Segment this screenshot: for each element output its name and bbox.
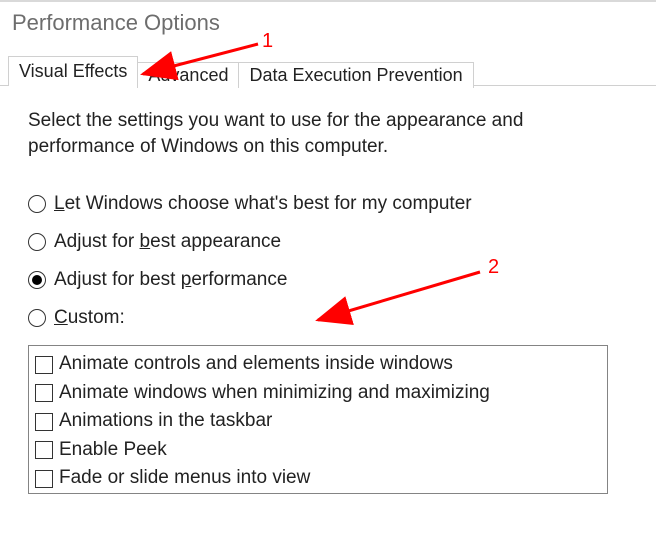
tab-panel-visual-effects: Select the settings you want to use for … [0, 86, 656, 494]
radio-label: Adjust for best performance [54, 269, 287, 291]
tab-label: Advanced [148, 65, 228, 85]
description-text: Select the settings you want to use for … [28, 108, 588, 159]
tab-advanced[interactable]: Advanced [137, 62, 239, 88]
effect-item[interactable]: Fade or slide menus into view [35, 464, 601, 493]
checkbox-icon[interactable] [35, 384, 53, 402]
checkbox-icon[interactable] [35, 356, 53, 374]
tab-dep[interactable]: Data Execution Prevention [238, 62, 473, 88]
tab-label: Visual Effects [19, 61, 127, 81]
effect-item[interactable]: Animations in the taskbar [35, 407, 601, 436]
radio-icon [28, 195, 46, 213]
radio-icon [28, 309, 46, 327]
checkbox-icon[interactable] [35, 470, 53, 488]
radio-label: Let Windows choose what's best for my co… [54, 193, 472, 215]
tab-strip: Visual Effects Advanced Data Execution P… [0, 54, 656, 86]
tab-label: Data Execution Prevention [249, 65, 462, 85]
radio-best-performance[interactable]: Adjust for best performance [28, 269, 628, 291]
radio-let-windows-choose[interactable]: Let Windows choose what's best for my co… [28, 193, 628, 215]
tab-visual-effects[interactable]: Visual Effects [8, 56, 138, 86]
effect-item[interactable]: Animate windows when minimizing and maxi… [35, 379, 601, 408]
radio-label: Adjust for best appearance [54, 231, 281, 253]
effect-item[interactable]: Animate controls and elements inside win… [35, 350, 601, 379]
effect-item[interactable]: Enable Peek [35, 436, 601, 465]
effect-label: Enable Peek [59, 436, 167, 465]
effect-label: Animations in the taskbar [59, 407, 272, 436]
radio-icon [28, 233, 46, 251]
effect-label: Fade or slide menus into view [59, 464, 310, 493]
preset-radio-group: Let Windows choose what's best for my co… [28, 193, 628, 329]
effect-label: Animate controls and elements inside win… [59, 350, 453, 379]
checkbox-icon[interactable] [35, 441, 53, 459]
radio-label: Custom: [54, 307, 125, 329]
performance-options-window: Performance Options Visual Effects Advan… [0, 0, 656, 494]
checkbox-icon[interactable] [35, 413, 53, 431]
effects-listbox[interactable]: Animate controls and elements inside win… [28, 345, 608, 494]
effect-label: Animate windows when minimizing and maxi… [59, 379, 490, 408]
radio-best-appearance[interactable]: Adjust for best appearance [28, 231, 628, 253]
radio-custom[interactable]: Custom: [28, 307, 628, 329]
window-title: Performance Options [0, 0, 656, 54]
radio-icon [28, 271, 46, 289]
